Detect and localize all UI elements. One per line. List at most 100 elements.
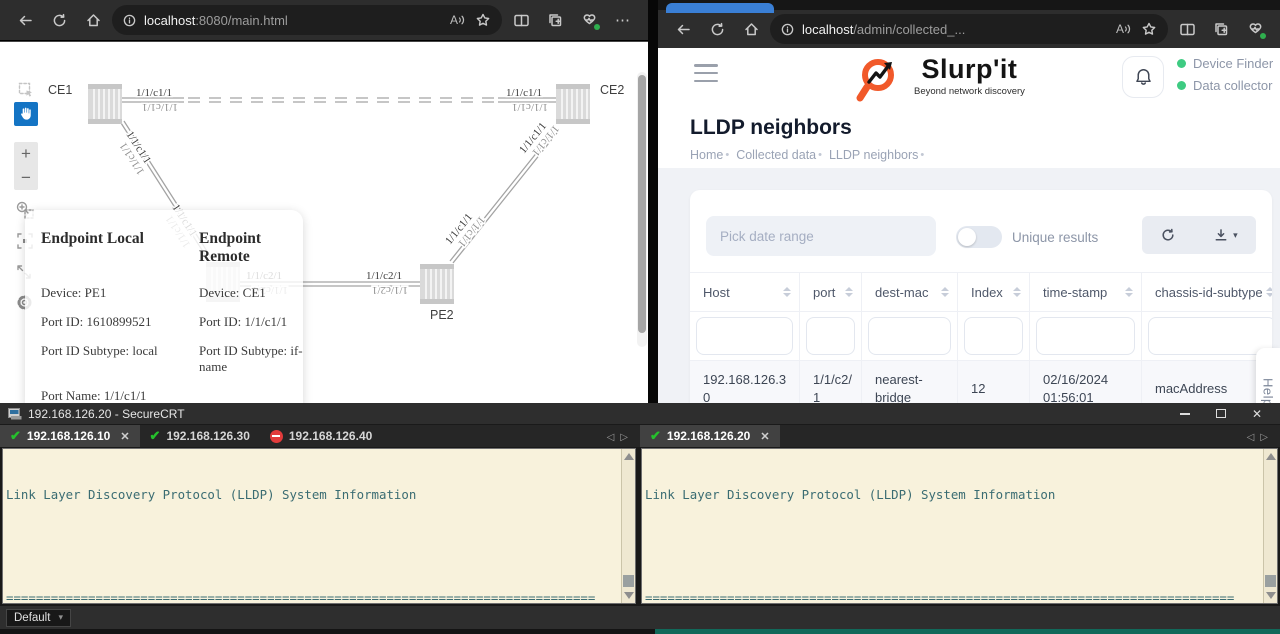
zoom-out-button[interactable]: −	[21, 168, 31, 188]
column-filter-input[interactable]	[1036, 317, 1135, 355]
address-bar[interactable]: localhost/admin/collected_... A	[770, 14, 1168, 44]
session-tab[interactable]: ✔ 192.168.126.30 ✕	[140, 425, 260, 447]
collections-icon[interactable]	[540, 5, 570, 35]
column-filter-input[interactable]	[806, 317, 855, 355]
node-label-pe2: PE2	[430, 308, 454, 322]
refresh-icon[interactable]	[44, 5, 74, 35]
tab-scroll-arrows[interactable]: ◁▷	[1247, 432, 1274, 443]
zoom-in-button[interactable]: +	[21, 144, 31, 164]
table-data-row[interactable]: 192.168.126.30 1/1/c2/1 nearest-bridge 1…	[690, 360, 1272, 403]
tab-scroll-arrows[interactable]: ◁▷	[607, 432, 634, 443]
topology-viewport[interactable]: 1/1/c1/1 1/1/c1/1 1/1/c1/1 1/1/c1/1 1/1/…	[0, 41, 648, 403]
scroll-down-icon[interactable]	[1266, 592, 1276, 599]
split-screen-icon[interactable]	[506, 5, 536, 35]
help-tab[interactable]: Help	[1256, 348, 1280, 403]
home-icon[interactable]	[736, 14, 766, 44]
lldp-table: Host port dest-mac Index time-stamp chas…	[690, 272, 1272, 403]
terminal-pane-ce1[interactable]: Link Layer Discovery Protocol (LLDP) Sys…	[2, 448, 636, 604]
column-header[interactable]: port	[800, 273, 862, 311]
sort-icon[interactable]	[1266, 287, 1272, 297]
close-session-icon[interactable]: ✕	[760, 430, 769, 443]
reload-table-button[interactable]	[1160, 227, 1176, 243]
maximize-icon[interactable]	[1215, 409, 1226, 418]
securecrt-titlebar[interactable]: 192.168.126.20 - SecureCRT ✕	[0, 403, 1280, 424]
scroll-up-icon[interactable]	[1266, 453, 1276, 460]
minimize-icon[interactable]	[1179, 412, 1190, 415]
session-tab[interactable]: ✔ 192.168.126.40 ✕	[260, 425, 382, 447]
node-pe2[interactable]	[419, 263, 455, 305]
vertical-scrollbar[interactable]	[637, 72, 647, 347]
sort-icon[interactable]	[1125, 287, 1133, 297]
node-ce1[interactable]	[87, 83, 123, 125]
column-filter-input[interactable]	[964, 317, 1023, 355]
favorites-star-icon[interactable]	[472, 9, 494, 31]
refresh-icon[interactable]	[702, 14, 732, 44]
profile-dropdown[interactable]: Default ▾	[6, 608, 71, 627]
close-session-icon[interactable]: ✕	[120, 430, 129, 443]
node-ce2[interactable]	[555, 83, 591, 125]
breadcrumb-item[interactable]: LLDP neighbors •	[829, 148, 931, 162]
scrollbar-thumb[interactable]	[1265, 575, 1276, 587]
date-range-input[interactable]	[706, 216, 936, 256]
column-header[interactable]: chassis-id-subtype	[1142, 273, 1272, 311]
column-filter-input[interactable]	[868, 317, 951, 355]
left-browser-toolbar: localhost:8080/main.html A ⋯	[0, 0, 648, 40]
active-browser-tab[interactable]	[666, 3, 774, 13]
sort-icon[interactable]	[1013, 287, 1021, 297]
address-bar[interactable]: localhost:8080/main.html A	[112, 5, 502, 35]
browser-essentials-icon[interactable]	[574, 5, 604, 35]
column-header[interactable]: Host	[690, 273, 800, 311]
hamburger-menu-icon[interactable]	[694, 64, 718, 82]
window-gap	[648, 0, 658, 403]
lasso-select-tool[interactable]	[14, 78, 38, 102]
close-window-icon[interactable]: ✕	[1252, 407, 1262, 421]
terminal-scrollbar[interactable]	[621, 449, 635, 603]
filter-cell	[690, 312, 800, 360]
favorites-star-icon[interactable]	[1138, 18, 1160, 40]
terminal-pane-pe1[interactable]: Link Layer Discovery Protocol (LLDP) Sys…	[641, 448, 1278, 604]
browser-menu-icon[interactable]: ⋯	[608, 5, 638, 35]
url-text[interactable]: localhost:8080/main.html	[144, 13, 444, 28]
read-aloud-icon[interactable]: A	[1116, 22, 1132, 36]
unique-results-toggle[interactable]	[956, 226, 1002, 248]
tooltip-remote-subtype: Port ID Subtype: if-name	[199, 343, 303, 374]
terminal-scrollbar[interactable]	[1263, 449, 1277, 603]
notifications-bell-button[interactable]	[1122, 56, 1164, 98]
scroll-up-icon[interactable]	[624, 453, 634, 460]
column-header[interactable]: Index	[958, 273, 1030, 311]
back-icon[interactable]	[10, 5, 40, 35]
scroll-down-icon[interactable]	[624, 592, 634, 599]
url-text[interactable]: localhost/admin/collected_...	[802, 22, 1110, 37]
link-label: 1/1/c1/1	[136, 87, 172, 99]
column-header-label: Index	[971, 284, 1003, 300]
sort-icon[interactable]	[941, 287, 949, 297]
home-icon[interactable]	[78, 5, 108, 35]
collections-icon[interactable]	[1206, 14, 1236, 44]
pan-hand-tool[interactable]	[14, 102, 38, 126]
column-header[interactable]: dest-mac	[862, 273, 958, 311]
sort-icon[interactable]	[845, 287, 853, 297]
session-tab[interactable]: ✔ 192.168.126.10 ✕	[0, 425, 140, 447]
scrollbar-thumb[interactable]	[623, 575, 634, 587]
breadcrumb-item[interactable]: Home •	[690, 148, 736, 162]
split-screen-icon[interactable]	[1172, 14, 1202, 44]
back-icon[interactable]	[668, 14, 698, 44]
column-filter-input[interactable]	[1148, 317, 1272, 355]
column-filter-input[interactable]	[696, 317, 793, 355]
site-info-icon[interactable]	[120, 11, 138, 29]
left-browser-window: localhost:8080/main.html A ⋯ 1/1/c1/1 1/…	[0, 0, 648, 403]
securecrt-statusbar: Default ▾	[0, 606, 1280, 629]
site-info-icon[interactable]	[778, 20, 796, 38]
filter-cell	[800, 312, 862, 360]
download-button[interactable]: ▾	[1213, 227, 1238, 243]
sort-icon[interactable]	[783, 287, 791, 297]
session-connected-icon: ✔	[650, 428, 661, 443]
breadcrumb-item[interactable]: Collected data •	[736, 148, 829, 162]
column-header[interactable]: time-stamp	[1030, 273, 1142, 311]
session-tab[interactable]: ✔ 192.168.126.20 ✕	[640, 425, 780, 447]
scrollbar-thumb[interactable]	[638, 75, 646, 333]
read-aloud-icon[interactable]: A	[450, 13, 466, 27]
browser-essentials-icon[interactable]	[1240, 14, 1270, 44]
page-title: LLDP neighbors	[690, 116, 852, 139]
dropdown-caret-icon: ▾	[58, 612, 63, 622]
